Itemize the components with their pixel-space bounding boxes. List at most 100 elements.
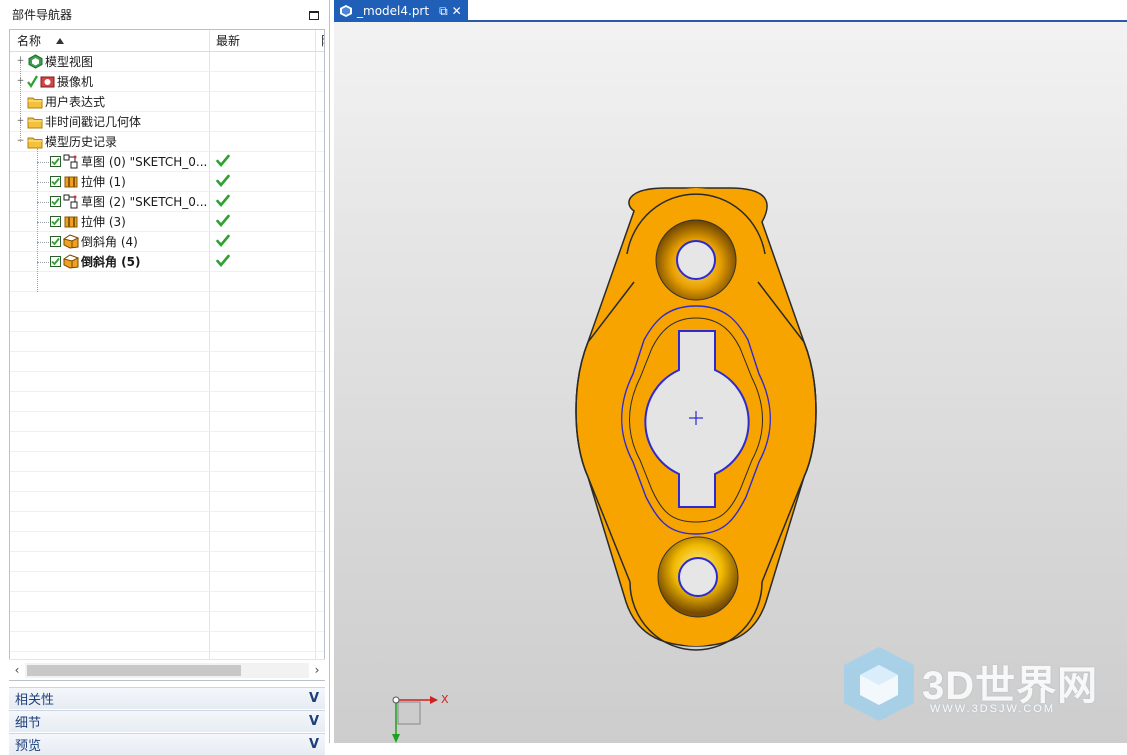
tree-row-attach-cell [316, 212, 324, 231]
extrude-icon [63, 174, 79, 190]
horizontal-scrollbar[interactable]: ‹ › [9, 659, 325, 680]
tree-row-name-cell[interactable]: 用户表达式 [10, 92, 210, 111]
empty-cell [316, 632, 324, 651]
tree-connector [37, 202, 49, 203]
graphics-window[interactable]: _model4.prt ⧉ ✕ X 3D世界网 WWW.3DSJW.COM [334, 0, 1127, 743]
empty-tree-row [10, 572, 324, 592]
column-header-attach[interactable]: 附 [316, 30, 324, 51]
tree-node-label: 用户表达式 [45, 95, 106, 109]
maximize-icon[interactable] [309, 10, 319, 20]
folder-icon [27, 114, 43, 130]
section-preview[interactable]: 预览 V [9, 733, 325, 755]
tree-node-label: 摄像机 [57, 75, 94, 89]
tree-row[interactable]: 倒斜角 (4) [10, 232, 324, 252]
tree-row-name-cell[interactable]: − 模型历史记录 [10, 132, 210, 151]
empty-cell [10, 592, 210, 611]
sketch-icon [63, 194, 79, 210]
tree-row[interactable]: 草图 (2) "SKETCH_0... [10, 192, 324, 212]
empty-cell [210, 452, 316, 471]
empty-cell [10, 292, 210, 311]
tree-row-latest-cell [210, 192, 316, 211]
empty-cell [10, 312, 210, 331]
empty-cell [10, 412, 210, 431]
visibility-checkbox[interactable] [50, 176, 61, 187]
empty-cell [210, 392, 316, 411]
visibility-checkbox[interactable] [50, 216, 61, 227]
tree-row[interactable]: 用户表达式 [10, 92, 324, 112]
tree-row[interactable]: 倒斜角 (5) [10, 252, 324, 272]
scrollbar-thumb[interactable] [27, 664, 241, 676]
visibility-checkbox[interactable] [50, 156, 61, 167]
up-to-date-check-icon [216, 234, 230, 250]
wcs-triad: X [392, 693, 449, 743]
empty-cell [210, 632, 316, 651]
tree-row[interactable]: 拉伸 (3) [10, 212, 324, 232]
empty-cell [10, 472, 210, 491]
empty-cell [316, 572, 324, 591]
empty-cell [316, 292, 324, 311]
tree-row[interactable]: + 模型视图 [10, 52, 324, 72]
tree-connector [37, 162, 49, 163]
tree-row-latest-cell [210, 132, 316, 151]
close-icon[interactable]: ✕ [452, 5, 462, 17]
scroll-left-icon[interactable]: ‹ [9, 663, 25, 677]
watermark: 3D世界网 WWW.3DSJW.COM [842, 645, 1112, 725]
empty-tree-row [10, 432, 324, 452]
watermark-cube-logo [844, 647, 914, 721]
empty-cell [316, 452, 324, 471]
extrude-icon [63, 214, 79, 230]
column-header-latest[interactable]: 最新 [210, 30, 316, 51]
tree-row[interactable]: + 摄像机 [10, 72, 324, 92]
scroll-right-icon[interactable]: › [309, 663, 325, 677]
tree-row[interactable]: 草图 (0) "SKETCH_0... [10, 152, 324, 172]
empty-cell [210, 572, 316, 591]
tree-node-label: 拉伸 (1) [81, 175, 126, 189]
chamfer-icon [63, 254, 79, 270]
column-header-name[interactable]: 名称 [10, 30, 210, 51]
tree-row-attach-cell [316, 112, 324, 131]
tree-row-latest-cell [210, 112, 316, 131]
empty-cell [316, 332, 324, 351]
tree-rows: + 模型视图 + 摄像机用户表达式 + 非时间戳记几何体 − 模型历史记录草图 (0) "SK… [10, 52, 324, 672]
sketch-icon [63, 154, 79, 170]
tree-row-name-cell[interactable]: + 模型视图 [10, 52, 210, 71]
empty-tree-row [10, 452, 324, 472]
navigator-title-bar: 部件导航器 [0, 0, 329, 28]
tree-row[interactable]: 拉伸 (1) [10, 172, 324, 192]
empty-cell [210, 352, 316, 371]
tree-node-label: 草图 (0) "SKETCH_0... [81, 155, 208, 169]
empty-tree-row [10, 612, 324, 632]
section-details[interactable]: 细节 V [9, 710, 325, 732]
tree-connector [37, 222, 49, 223]
empty-tree-row [10, 552, 324, 572]
watermark-url: WWW.3DSJW.COM [930, 703, 1055, 715]
empty-cell [10, 632, 210, 651]
empty-cell [210, 492, 316, 511]
visibility-checkbox[interactable] [50, 236, 61, 247]
section-dependencies[interactable]: 相关性 V [9, 687, 325, 709]
tree-row-latest-cell [210, 172, 316, 191]
undock-icon[interactable]: ⧉ [439, 5, 448, 17]
empty-cell [316, 352, 324, 371]
tree-row-attach-cell [316, 192, 324, 211]
tree-row[interactable]: + 非时间戳记几何体 [10, 112, 324, 132]
document-tab-strip: _model4.prt ⧉ ✕ [334, 0, 1127, 22]
empty-cell [10, 272, 210, 291]
tree-row-name-cell[interactable]: + 摄像机 [10, 72, 210, 91]
empty-cell [10, 512, 210, 531]
tree-row-attach-cell [316, 72, 324, 91]
scrollbar-track[interactable] [25, 662, 309, 678]
part-model[interactable] [334, 22, 1127, 743]
empty-cell [210, 472, 316, 491]
tree-row[interactable]: − 模型历史记录 [10, 132, 324, 152]
document-tab[interactable]: _model4.prt ⧉ ✕ [334, 0, 468, 22]
empty-cell [316, 592, 324, 611]
tree-node-label: 模型视图 [45, 55, 94, 69]
visibility-checkbox[interactable] [50, 256, 61, 267]
tree-row-latest-cell [210, 92, 316, 111]
empty-tree-row [10, 312, 324, 332]
empty-tree-row [10, 532, 324, 552]
visibility-checkbox[interactable] [50, 196, 61, 207]
tree-row-name-cell[interactable]: + 非时间戳记几何体 [10, 112, 210, 131]
empty-cell [10, 392, 210, 411]
